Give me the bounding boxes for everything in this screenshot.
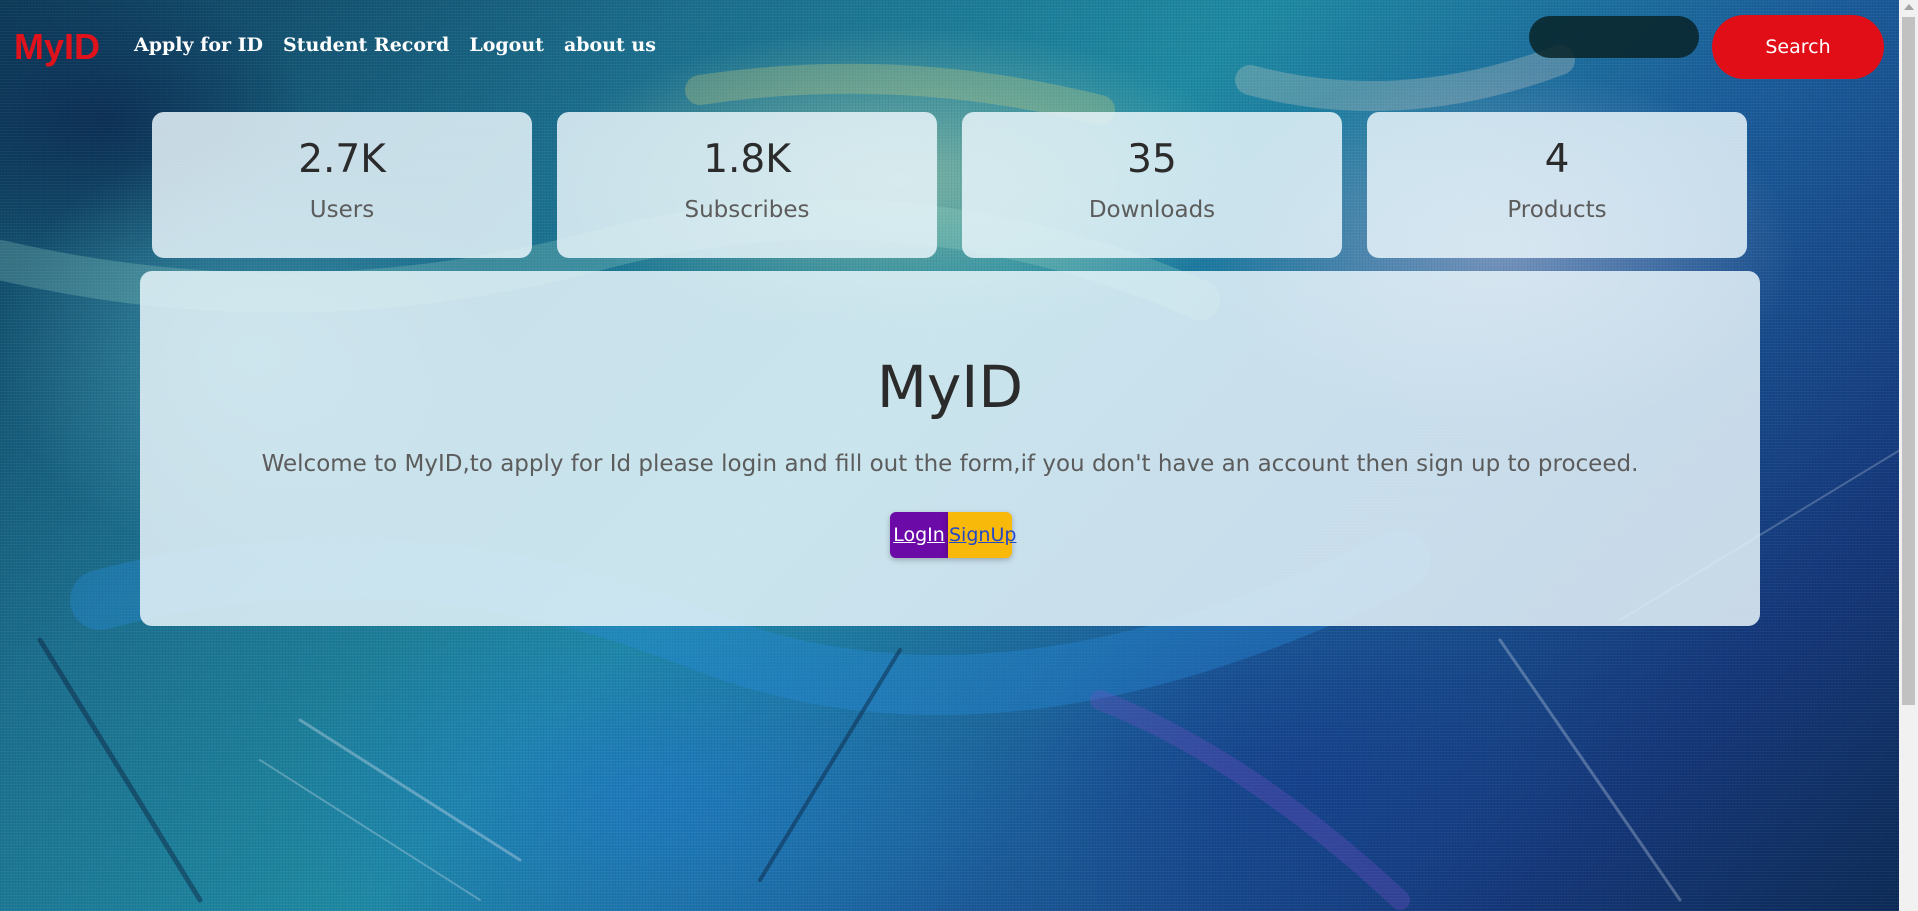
scrollbar-thumb[interactable] [1902,17,1915,705]
nav-link-apply-for-id[interactable]: Apply for ID [134,34,263,56]
nav-link-student-record[interactable]: Student Record [283,34,449,56]
stat-value: 1.8K [703,137,791,182]
navbar: MyID Apply for ID Student Record Logout … [0,0,1898,92]
signup-button[interactable]: SignUp [948,512,1016,558]
scroll-up-arrow-icon[interactable] [1904,4,1914,10]
stat-card-subscribes: 1.8K Subscribes [557,112,937,258]
stat-value: 2.7K [298,137,386,182]
brand-logo[interactable]: MyID [14,26,100,68]
stat-value: 4 [1544,137,1570,182]
nav-link-about-us[interactable]: about us [564,34,656,56]
search-button[interactable]: Search [1712,15,1884,79]
stat-label: Downloads [1088,197,1216,223]
nav-links: Apply for ID Student Record Logout about… [134,34,656,56]
nav-link-logout[interactable]: Logout [469,34,544,56]
search-input[interactable] [1529,16,1699,58]
stat-card-users: 2.7K Users [152,112,532,258]
hero-description: Welcome to MyID,to apply for Id please l… [261,451,1639,477]
hero-title: MyID [876,353,1024,421]
vertical-scrollbar[interactable] [1899,0,1918,911]
stat-label: Subscribes [684,197,810,223]
hero-panel: MyID Welcome to MyID,to apply for Id ple… [140,271,1760,626]
auth-button-group: LogIn SignUp [890,512,1016,558]
login-button[interactable]: LogIn [890,512,948,558]
stat-label: Users [309,197,375,223]
stat-card-products: 4 Products [1367,112,1747,258]
stat-value: 35 [1127,137,1177,182]
stat-card-downloads: 35 Downloads [962,112,1342,258]
stat-label: Products [1507,197,1607,223]
